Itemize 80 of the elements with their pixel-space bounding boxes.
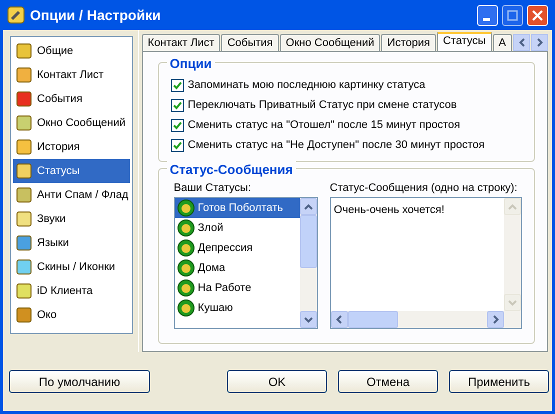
scroll-up-button[interactable] — [300, 198, 317, 215]
apply-button[interactable]: Применить — [449, 370, 549, 393]
checkbox[interactable] — [170, 98, 184, 112]
chevron-right-icon — [492, 315, 498, 324]
scroll-right-button[interactable] — [487, 311, 504, 328]
sidebar-item[interactable]: Языки — [13, 231, 130, 255]
scroll-thumb[interactable] — [300, 215, 317, 268]
tab-scroll-right-button[interactable] — [531, 34, 548, 51]
ok-button[interactable]: OK — [227, 370, 327, 393]
tab[interactable]: События — [221, 34, 279, 51]
flower-icon — [176, 239, 195, 257]
category-icon — [16, 139, 32, 155]
category-icon — [16, 283, 32, 299]
maximize-icon — [507, 10, 518, 20]
checkbox-label: Переключать Приватный Статус при смене статусов — [188, 98, 457, 113]
status-item[interactable]: Дома — [174, 258, 300, 278]
chevron-down-icon — [304, 316, 313, 322]
defaults-button[interactable]: По умолчанию — [9, 370, 150, 393]
flower-icon — [176, 279, 195, 297]
checkbox[interactable] — [170, 78, 184, 92]
status-item[interactable]: На Работе — [174, 278, 300, 298]
chevron-left-icon — [518, 38, 524, 47]
category-icon — [16, 307, 32, 323]
category-icon — [16, 259, 32, 275]
sidebar-item[interactable]: Око — [13, 303, 130, 327]
tab-scroll-left-button[interactable] — [513, 34, 530, 51]
sidebar-item[interactable]: iD Клиента — [13, 279, 130, 303]
category-icon — [16, 211, 32, 227]
flower-icon — [176, 219, 195, 237]
flower-icon — [176, 199, 195, 217]
minimize-button[interactable] — [477, 4, 498, 26]
checkbox-label: Сменить статус на "Не Доступен" после 30 минут простоя — [188, 138, 485, 153]
chevron-up-icon — [304, 204, 313, 210]
flower-icon — [176, 259, 195, 277]
tab[interactable]: Контакт Лист — [142, 34, 220, 51]
category-icon — [16, 187, 32, 203]
category-icon — [16, 235, 32, 251]
close-icon — [532, 10, 543, 20]
sidebar-item[interactable]: Окно Сообщений — [13, 111, 130, 135]
scroll-thumb[interactable] — [348, 311, 398, 328]
checkbox[interactable] — [170, 118, 184, 132]
checkbox-label: Запоминать мою последнюю картинку статуса — [188, 78, 426, 93]
sidebar-item[interactable]: Контакт Лист — [13, 63, 130, 87]
tab[interactable]: История — [381, 34, 436, 51]
checkbox[interactable] — [170, 138, 184, 152]
status-item[interactable]: Злой — [174, 218, 300, 238]
status-item[interactable]: Кушаю — [174, 298, 300, 318]
minimize-icon — [483, 18, 490, 20]
field-label: Ваши Статусы: — [174, 181, 252, 196]
category-icon — [16, 163, 32, 179]
close-button[interactable] — [527, 4, 548, 26]
window-title: Опции / Настройки — [30, 6, 161, 25]
category-icon — [16, 43, 32, 59]
chevron-left-icon — [336, 315, 342, 324]
tab[interactable]: Статусы — [436, 32, 492, 51]
tab[interactable]: Окно Сообщений — [280, 34, 380, 51]
scroll-left-button[interactable] — [330, 311, 348, 328]
sidebar-item[interactable]: Статусы — [13, 159, 130, 183]
category-icon — [16, 67, 32, 83]
sidebar-item[interactable]: История — [13, 135, 130, 159]
sidebar-item[interactable]: События — [13, 87, 130, 111]
field-label: Статус-Сообщения (одно на строку): — [330, 181, 518, 196]
tab[interactable]: А — [492, 34, 512, 51]
sidebar-item[interactable]: Скины / Иконки — [13, 255, 130, 279]
flower-icon — [176, 299, 195, 317]
chevron-up-icon — [508, 204, 517, 210]
group-title: Статус-Сообщения — [166, 160, 296, 180]
maximize-button[interactable] — [502, 4, 523, 26]
status-item[interactable]: Готов Поболтать — [174, 198, 300, 218]
cancel-button[interactable]: Отмена — [338, 370, 438, 393]
category-icon — [16, 91, 32, 107]
chevron-right-icon — [536, 38, 542, 47]
sidebar-item[interactable]: Анти Спам / Флад — [13, 183, 130, 207]
category-icon — [16, 115, 32, 131]
sidebar-item[interactable]: Общие — [13, 39, 130, 63]
scroll-down-button[interactable] — [300, 311, 317, 328]
chevron-down-icon — [508, 300, 517, 306]
sidebar-item[interactable]: Звуки — [13, 207, 130, 231]
checkbox-label: Сменить статус на "Отошел" после 15 минут простоя — [188, 118, 460, 133]
status-item[interactable]: Депрессия — [174, 238, 300, 258]
